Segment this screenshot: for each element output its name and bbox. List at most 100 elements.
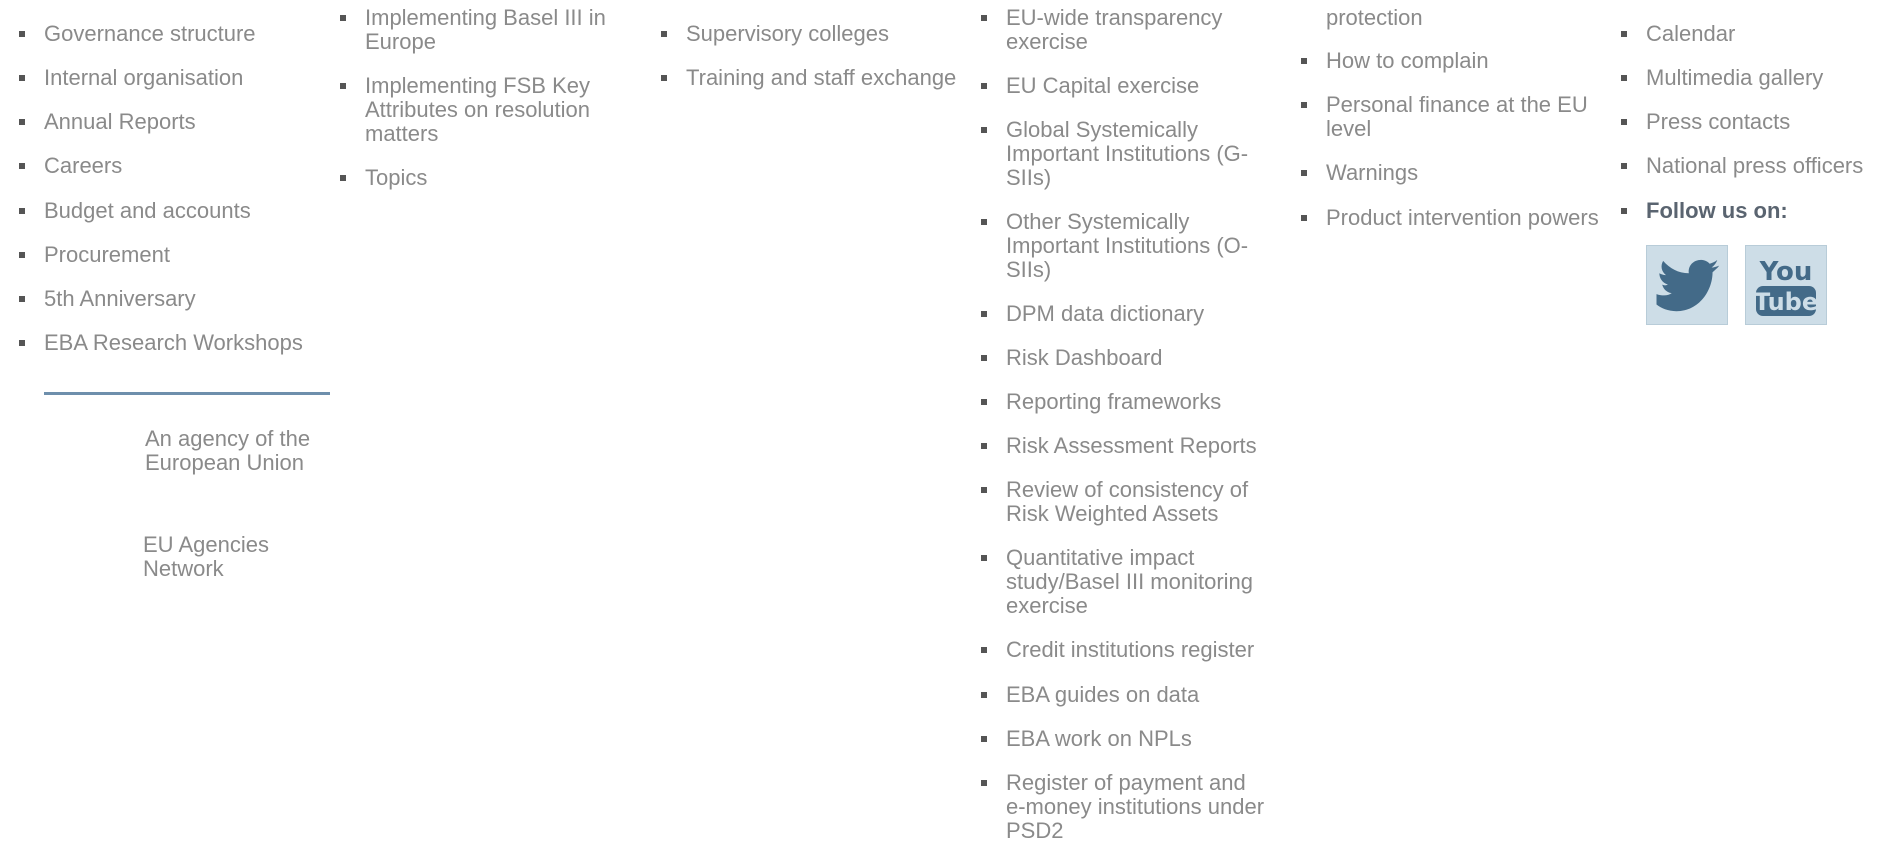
- bullet-icon: [1301, 58, 1307, 64]
- menu-link[interactable]: Risk Dashboard: [1006, 346, 1271, 370]
- menu-item[interactable]: Governance structure: [19, 22, 256, 46]
- bullet-icon: [19, 252, 25, 258]
- menu-link[interactable]: Quantitative impact study/Basel III moni…: [1006, 546, 1271, 618]
- menu-link[interactable]: Credit institutions register: [1006, 638, 1271, 662]
- bullet-icon: [981, 443, 987, 449]
- bullet-icon: [19, 296, 25, 302]
- eu-agency-link[interactable]: An agency of the European Union: [145, 427, 325, 475]
- twitter-link[interactable]: [1646, 245, 1728, 325]
- menu-item[interactable]: Topics: [340, 166, 627, 190]
- menu-link[interactable]: EU-wide transparency exercise: [1006, 6, 1271, 54]
- menu-item[interactable]: EBA work on NPLs: [981, 727, 1271, 751]
- bullet-icon: [981, 355, 987, 361]
- bullet-icon: [340, 15, 346, 21]
- menu-link[interactable]: Training and staff exchange: [686, 66, 956, 90]
- bullet-icon: [981, 127, 987, 133]
- menu-link[interactable]: Personal finance at the EU level: [1326, 93, 1616, 141]
- bullet-icon: [981, 555, 987, 561]
- menu-item[interactable]: Product intervention powers: [1301, 206, 1599, 230]
- menu-item[interactable]: Reporting frameworks: [981, 390, 1271, 414]
- menu-item[interactable]: Annual Reports: [19, 110, 196, 134]
- footer-divider: [44, 392, 330, 395]
- menu-item[interactable]: Register of payment and e-money institut…: [981, 771, 1271, 843]
- bullet-icon: [1301, 102, 1307, 108]
- bullet-icon: [981, 647, 987, 653]
- menu-link[interactable]: Budget and accounts: [44, 199, 251, 223]
- menu-link[interactable]: Internal organisation: [44, 66, 243, 90]
- menu-link[interactable]: Procurement: [44, 243, 170, 267]
- menu-item[interactable]: Warnings: [1301, 161, 1418, 185]
- menu-link[interactable]: EBA Research Workshops: [44, 331, 303, 355]
- menu-link[interactable]: 5th Anniversary: [44, 287, 196, 311]
- menu-item[interactable]: Internal organisation: [19, 66, 243, 90]
- menu-item[interactable]: Implementing FSB Key Attributes on resol…: [340, 74, 627, 146]
- menu-item[interactable]: Procurement: [19, 243, 170, 267]
- menu-link[interactable]: Risk Assessment Reports: [1006, 434, 1271, 458]
- menu-item[interactable]: Budget and accounts: [19, 199, 251, 223]
- menu-item[interactable]: Calendar: [1621, 22, 1735, 46]
- menu-link[interactable]: Careers: [44, 154, 122, 178]
- menu-item[interactable]: Other Systemically Important Institution…: [981, 210, 1271, 282]
- menu-item[interactable]: EU-wide transparency exercise: [981, 6, 1271, 54]
- menu-item[interactable]: Risk Dashboard: [981, 346, 1271, 370]
- menu-link[interactable]: Register of payment and e-money institut…: [1006, 771, 1271, 843]
- menu-item[interactable]: Global Systemically Important Institutio…: [981, 118, 1271, 190]
- menu-item[interactable]: Multimedia gallery: [1621, 66, 1823, 90]
- bullet-icon: [981, 399, 987, 405]
- bullet-icon: [981, 83, 987, 89]
- menu-link[interactable]: How to complain: [1326, 49, 1489, 73]
- bullet-icon: [19, 31, 25, 37]
- menu-item[interactable]: Supervisory colleges: [661, 22, 889, 46]
- menu-link[interactable]: Multimedia gallery: [1646, 66, 1823, 90]
- menu-item[interactable]: Review of consistency of Risk Weighted A…: [981, 478, 1271, 526]
- eu-agencies-network-link[interactable]: EU Agencies Network: [143, 533, 293, 581]
- menu-item[interactable]: Credit institutions register: [981, 638, 1271, 662]
- menu-link[interactable]: Supervisory colleges: [686, 22, 889, 46]
- menu-link[interactable]: Product intervention powers: [1326, 206, 1599, 230]
- bullet-icon: [1621, 119, 1627, 125]
- menu-link[interactable]: Review of consistency of Risk Weighted A…: [1006, 478, 1271, 526]
- bullet-icon: [19, 75, 25, 81]
- bullet-icon: [661, 75, 667, 81]
- bullet-icon: [981, 692, 987, 698]
- menu-item[interactable]: National press officers: [1621, 154, 1863, 178]
- menu-link[interactable]: National press officers: [1646, 154, 1863, 178]
- menu-link[interactable]: Governance structure: [44, 22, 256, 46]
- bullet-icon: [340, 175, 346, 181]
- menu-item[interactable]: Careers: [19, 154, 122, 178]
- menu-item[interactable]: DPM data dictionary: [981, 302, 1271, 326]
- bullet-icon: [19, 163, 25, 169]
- menu-link[interactable]: Implementing FSB Key Attributes on resol…: [365, 74, 627, 146]
- menu-link[interactable]: EBA guides on data: [1006, 683, 1271, 707]
- bullet-icon: [1301, 170, 1307, 176]
- menu-item[interactable]: Training and staff exchange: [661, 66, 956, 90]
- menu-item[interactable]: 5th Anniversary: [19, 287, 196, 311]
- menu-link[interactable]: Reporting frameworks: [1006, 390, 1271, 414]
- menu-link[interactable]: Global Systemically Important Institutio…: [1006, 118, 1271, 190]
- menu-link[interactable]: Calendar: [1646, 22, 1735, 46]
- youtube-tube-text: Tube: [1754, 288, 1818, 316]
- menu-item[interactable]: Personal finance at the EU level: [1301, 93, 1616, 141]
- menu-item[interactable]: EBA Research Workshops: [19, 331, 303, 355]
- menu-item[interactable]: Risk Assessment Reports: [981, 434, 1271, 458]
- menu-item[interactable]: EU Capital exercise: [981, 74, 1271, 98]
- menu-item[interactable]: Press contacts: [1621, 110, 1790, 134]
- follow-us-item: Follow us on:: [1621, 198, 1788, 223]
- consumer-protection-link-partial[interactable]: protection: [1326, 6, 1423, 30]
- youtube-link[interactable]: You Tube: [1745, 245, 1827, 325]
- menu-link[interactable]: Warnings: [1326, 161, 1418, 185]
- menu-link[interactable]: EBA work on NPLs: [1006, 727, 1271, 751]
- menu-item[interactable]: How to complain: [1301, 49, 1489, 73]
- menu-link[interactable]: Other Systemically Important Institution…: [1006, 210, 1271, 282]
- menu-link[interactable]: EU Capital exercise: [1006, 74, 1271, 98]
- menu-item[interactable]: Implementing Basel III in Europe: [340, 6, 627, 54]
- menu-link[interactable]: Annual Reports: [44, 110, 196, 134]
- menu-link[interactable]: Implementing Basel III in Europe: [365, 6, 627, 54]
- menu-link[interactable]: Topics: [365, 166, 627, 190]
- menu-item[interactable]: Quantitative impact study/Basel III moni…: [981, 546, 1271, 618]
- follow-us-label: Follow us on:: [1646, 198, 1788, 223]
- bullet-icon: [19, 208, 25, 214]
- menu-link[interactable]: DPM data dictionary: [1006, 302, 1271, 326]
- menu-item[interactable]: EBA guides on data: [981, 683, 1271, 707]
- menu-link[interactable]: Press contacts: [1646, 110, 1790, 134]
